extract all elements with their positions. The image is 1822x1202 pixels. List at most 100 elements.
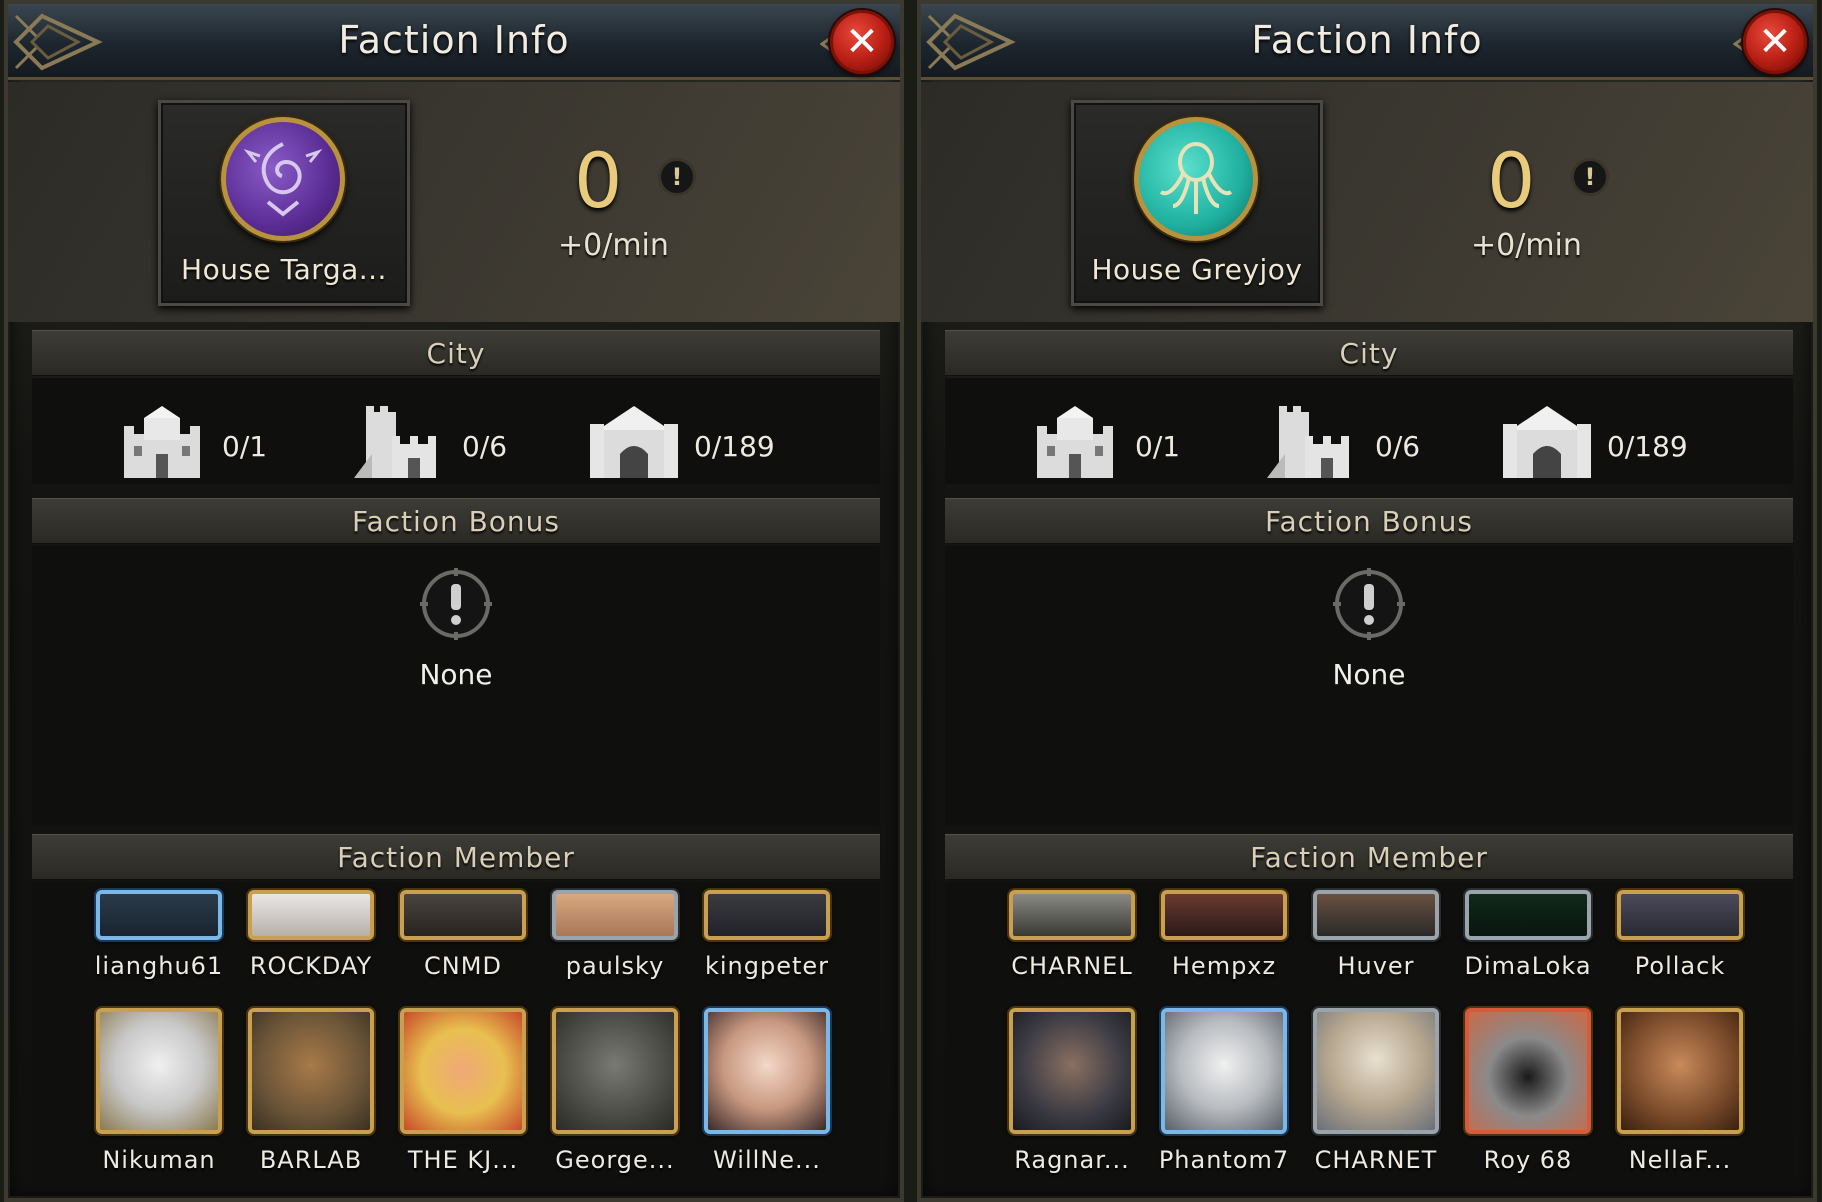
alert-icon: [1333, 568, 1405, 640]
bonus-value: None: [419, 658, 493, 691]
bonus-value: None: [1332, 658, 1406, 691]
member-name: Pollack: [1634, 952, 1726, 980]
member-item[interactable]: Roy 68: [1453, 1008, 1603, 1174]
member-name: Roy 68: [1483, 1146, 1573, 1174]
gate-icon: [590, 406, 678, 478]
house-card[interactable]: House Targa...: [158, 100, 410, 306]
bonus-section-header: Faction Bonus: [32, 498, 880, 544]
member-name: THE KJ...: [407, 1146, 519, 1174]
member-name: CHARNEL: [1011, 952, 1133, 980]
member-name: Huver: [1337, 952, 1415, 980]
member-name: George...: [555, 1146, 675, 1174]
member-item[interactable]: THE KJ...: [388, 1008, 538, 1174]
member-avatar: [1617, 1008, 1743, 1134]
faction-header: House Greyjoy 0 ! +0/min: [921, 82, 1813, 322]
faction-info-panel-greyjoy: Faction Info ✕ House Greyjoy 0 ! +0/min …: [917, 0, 1817, 1202]
title-bar: Faction Info ✕: [8, 4, 900, 80]
city-section: 0/1 0/6 0/189: [945, 378, 1793, 484]
info-icon[interactable]: !: [1571, 158, 1609, 196]
member-name: Hempxz: [1171, 952, 1277, 980]
bonus-section-header: Faction Bonus: [945, 498, 1793, 544]
member-list[interactable]: CHARNEL Hempxz Huver DimaLoka Pollack Ra…: [945, 882, 1793, 1182]
member-item[interactable]: Phantom7: [1149, 1008, 1299, 1174]
city-section-header: City: [32, 330, 880, 376]
castle-count: 0/1: [222, 430, 268, 463]
fort-count: 0/6: [462, 430, 508, 463]
faction-header: House Targa... 0 ! +0/min: [8, 82, 900, 322]
faction-score: 0: [574, 136, 623, 225]
member-item[interactable]: BARLAB: [236, 1008, 386, 1174]
house-name: House Targa...: [181, 253, 387, 286]
member-avatar: [704, 890, 830, 940]
member-section-header: Faction Member: [32, 834, 880, 880]
castle-count: 0/1: [1135, 430, 1181, 463]
close-button[interactable]: ✕: [830, 10, 894, 74]
fort-icon: [1267, 406, 1349, 478]
member-name: kingpeter: [704, 952, 830, 980]
castle-icon: [124, 406, 200, 478]
fort-count: 0/6: [1375, 430, 1421, 463]
member-name: Nikuman: [102, 1146, 216, 1174]
member-item[interactable]: WillNe...: [692, 1008, 842, 1174]
faction-score: 0: [1487, 136, 1536, 225]
member-avatar: [552, 1008, 678, 1134]
city-section: 0/1 0/6 0/189: [32, 378, 880, 484]
member-list[interactable]: lianghu61 ROCKDAY CNMD paulsky kingpeter…: [32, 882, 880, 1182]
member-item[interactable]: NellaF...: [1605, 1008, 1755, 1174]
member-name: CNMD: [424, 952, 502, 980]
faction-info-panel-targaryen: Faction Info ✕ House Targa... 0 ! +0/min…: [4, 0, 904, 1202]
member-avatar: [248, 1008, 374, 1134]
member-avatar: [1465, 890, 1591, 940]
member-item[interactable]: Nikuman: [84, 1008, 234, 1174]
kraken-sigil-icon: [1134, 117, 1258, 241]
alert-icon: [420, 568, 492, 640]
panel-title: Faction Info: [1251, 18, 1483, 62]
member-avatar: [552, 890, 678, 940]
member-avatar: [96, 890, 222, 940]
member-name: lianghu61: [94, 952, 224, 980]
member-avatar: [1161, 890, 1287, 940]
house-name: House Greyjoy: [1091, 253, 1303, 286]
member-avatar: [1009, 890, 1135, 940]
member-name: DimaLoka: [1464, 952, 1592, 980]
member-name: NellaF...: [1628, 1146, 1732, 1174]
fort-icon: [354, 406, 436, 478]
score-rate: +0/min: [558, 228, 669, 263]
score-rate: +0/min: [1471, 228, 1582, 263]
close-icon: ✕: [1758, 19, 1792, 65]
member-avatar: [1009, 1008, 1135, 1134]
member-name: CHARNET: [1314, 1146, 1438, 1174]
panel-title: Faction Info: [338, 18, 570, 62]
member-item[interactable]: George...: [540, 1008, 690, 1174]
member-item[interactable]: CHARNET: [1301, 1008, 1451, 1174]
house-card[interactable]: House Greyjoy: [1071, 100, 1323, 306]
member-name: paulsky: [565, 952, 665, 980]
member-name: WillNe...: [713, 1146, 821, 1174]
member-section-header: Faction Member: [945, 834, 1793, 880]
close-icon: ✕: [845, 19, 879, 65]
member-name: Phantom7: [1158, 1146, 1290, 1174]
member-item[interactable]: Ragnar...: [997, 1008, 1147, 1174]
info-icon[interactable]: !: [658, 158, 696, 196]
member-avatar: [96, 1008, 222, 1134]
gate-count: 0/189: [694, 430, 775, 463]
member-avatar: [1313, 1008, 1439, 1134]
member-name: Ragnar...: [1014, 1146, 1130, 1174]
gate-icon: [1503, 406, 1591, 478]
close-button[interactable]: ✕: [1743, 10, 1807, 74]
member-avatar: [704, 1008, 830, 1134]
member-avatar: [1161, 1008, 1287, 1134]
member-avatar: [1313, 890, 1439, 940]
gate-count: 0/189: [1607, 430, 1688, 463]
title-bar: Faction Info ✕: [921, 4, 1813, 80]
member-avatar: [248, 890, 374, 940]
member-name: BARLAB: [259, 1146, 363, 1174]
castle-icon: [1037, 406, 1113, 478]
member-avatar: [1465, 1008, 1591, 1134]
city-section-header: City: [945, 330, 1793, 376]
member-avatar: [1617, 890, 1743, 940]
member-name: ROCKDAY: [249, 952, 373, 980]
dragon-sigil-icon: [221, 117, 345, 241]
bonus-section: None: [32, 546, 880, 826]
member-avatar: [400, 1008, 526, 1134]
